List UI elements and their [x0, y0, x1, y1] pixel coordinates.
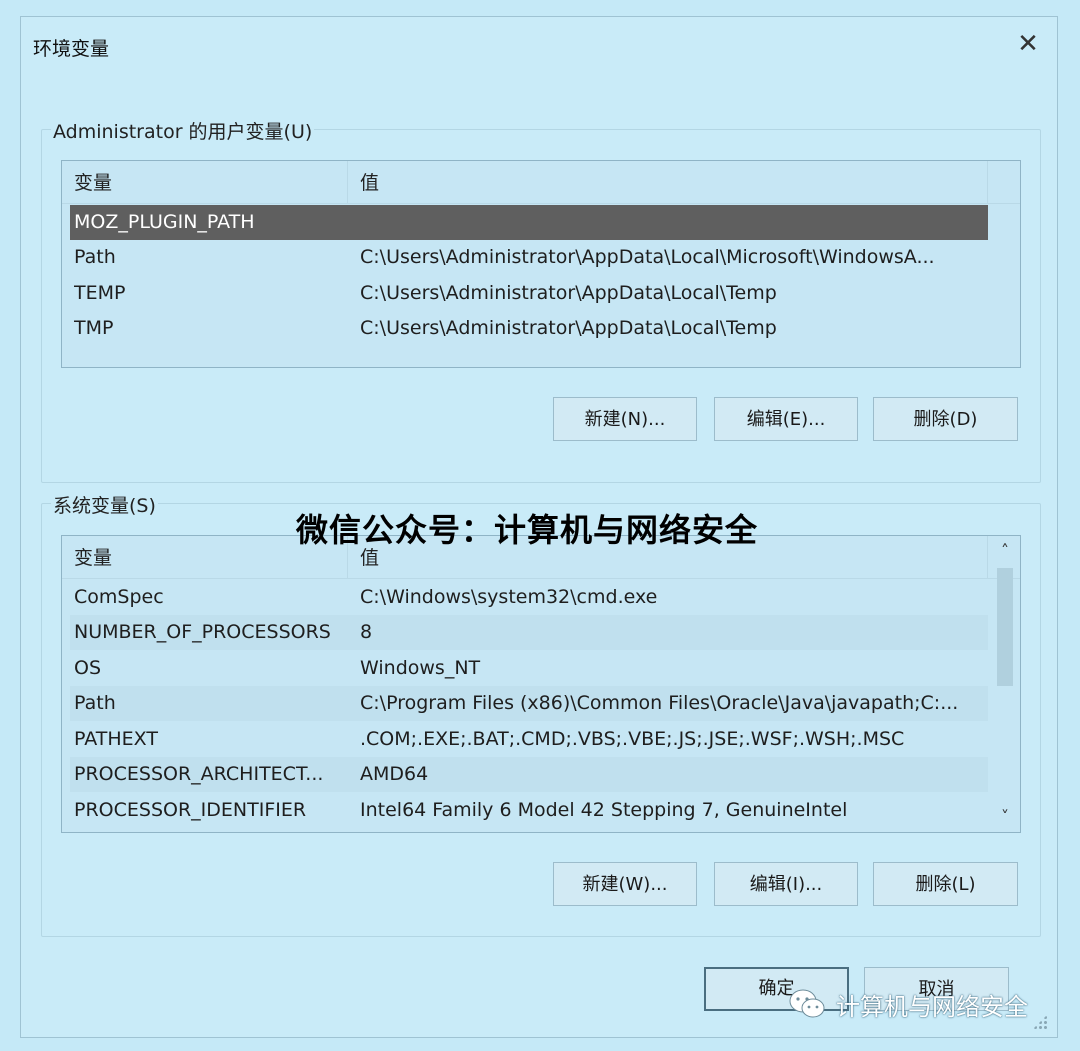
scroll-down-icon[interactable]: ˅	[994, 804, 1016, 830]
table-row[interactable]: MOZ_PLUGIN_PATH	[70, 205, 988, 240]
row-value: C:\Users\Administrator\AppData\Local\Tem…	[360, 317, 777, 339]
system-edit-button[interactable]: 编辑(I)...	[714, 862, 858, 906]
table-row[interactable]: PATHEXT .COM;.EXE;.BAT;.CMD;.VBS;.VBE;.J…	[70, 722, 988, 757]
list-header: 变量 值	[62, 161, 1020, 204]
center-watermark: 微信公众号：计算机与网络安全	[296, 511, 759, 549]
wechat-icon	[789, 989, 825, 1018]
user-variables-label: Administrator 的用户变量(U)	[51, 117, 315, 144]
vertical-scrollbar[interactable]: ˄ ˅	[994, 538, 1016, 830]
system-new-button[interactable]: 新建(W)...	[553, 862, 697, 906]
user-variables-list[interactable]: 变量 值 MOZ_PLUGIN_PATH Path C:\Users\Admin…	[61, 160, 1021, 368]
row-variable: TMP	[74, 317, 114, 339]
row-variable: Path	[74, 246, 116, 268]
row-value: C:\Windows\system32\cmd.exe	[360, 586, 658, 608]
table-row[interactable]: NUMBER_OF_PROCESSORS 8	[70, 615, 988, 650]
bottom-watermark-text: 计算机与网络安全	[836, 992, 1028, 1021]
user-delete-button[interactable]: 删除(D)	[873, 397, 1018, 441]
scroll-up-icon[interactable]: ˄	[994, 538, 1016, 564]
row-variable: PROCESSOR_IDENTIFIER	[74, 799, 307, 821]
resize-grip-icon[interactable]	[1033, 1015, 1047, 1029]
row-variable: PROCESSOR_ARCHITECT...	[74, 763, 324, 785]
row-value: AMD64	[360, 763, 429, 785]
row-variable: MOZ_PLUGIN_PATH	[74, 211, 255, 233]
row-variable: ComSpec	[74, 586, 164, 608]
table-row[interactable]: PROCESSOR_IDENTIFIER Intel64 Family 6 Mo…	[70, 793, 988, 828]
table-row[interactable]: TEMP C:\Users\Administrator\AppData\Loca…	[70, 276, 988, 311]
table-row[interactable]: Path C:\Users\Administrator\AppData\Loca…	[70, 240, 988, 275]
system-variables-list[interactable]: 变量 值 ComSpec C:\Windows\system32\cmd.exe…	[61, 535, 1021, 833]
bottom-watermark: 计算机与网络安全	[788, 982, 1028, 1026]
system-variables-label: 系统变量(S)	[51, 491, 158, 518]
row-variable: OS	[74, 657, 102, 679]
table-row[interactable]: TMP C:\Users\Administrator\AppData\Local…	[70, 311, 988, 346]
row-variable: NUMBER_OF_PROCESSORS	[74, 621, 331, 643]
table-row[interactable]: OS Windows_NT	[70, 651, 988, 686]
user-edit-button[interactable]: 编辑(E)...	[714, 397, 858, 441]
row-value: C:\Users\Administrator\AppData\Local\Tem…	[360, 282, 777, 304]
row-value: Windows_NT	[360, 657, 481, 679]
row-value: C:\Program Files (x86)\Common Files\Orac…	[360, 692, 959, 714]
row-variable: TEMP	[74, 282, 126, 304]
row-variable: Path	[74, 692, 116, 714]
column-header-value[interactable]: 值	[348, 161, 988, 203]
row-variable: PATHEXT	[74, 728, 158, 750]
row-value: C:\Users\Administrator\AppData\Local\Mic…	[360, 246, 935, 268]
system-delete-button[interactable]: 删除(L)	[873, 862, 1018, 906]
scrollbar-thumb[interactable]	[997, 568, 1013, 686]
column-header-variable[interactable]: 变量	[62, 161, 348, 203]
close-icon[interactable]: ✕	[1013, 29, 1043, 59]
row-value: Intel64 Family 6 Model 42 Stepping 7, Ge…	[360, 799, 848, 821]
dialog-title: 环境变量	[33, 38, 110, 60]
row-value: 8	[360, 621, 373, 643]
table-row[interactable]: Path C:\Program Files (x86)\Common Files…	[70, 686, 988, 721]
row-value: .COM;.EXE;.BAT;.CMD;.VBS;.VBE;.JS;.JSE;.…	[360, 728, 905, 750]
user-new-button[interactable]: 新建(N)...	[553, 397, 697, 441]
table-row[interactable]: ComSpec C:\Windows\system32\cmd.exe	[70, 580, 988, 615]
table-row[interactable]: PROCESSOR_ARCHITECT... AMD64	[70, 757, 988, 792]
